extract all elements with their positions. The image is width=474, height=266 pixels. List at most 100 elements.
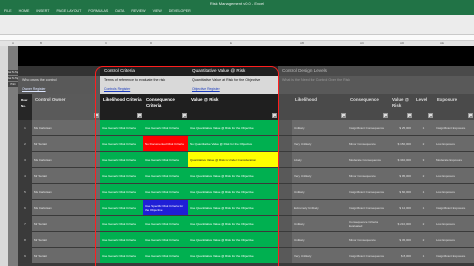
cell-likelihood[interactable]: Likely	[292, 152, 347, 167]
control-design-title: Control Design Levels	[278, 66, 474, 76]
cell-level[interactable]: 2	[413, 232, 434, 247]
row-number-gutter	[0, 46, 8, 266]
cell-exposure[interactable]: Low Exposure	[434, 184, 474, 199]
row-number: 5	[18, 184, 32, 199]
band-left-spacer	[18, 66, 100, 76]
filter-dropdown-icon[interactable]	[407, 113, 412, 118]
header-likelihood[interactable]: Likelihood	[292, 94, 347, 120]
cell-value[interactable]: $ 150,000	[389, 136, 413, 151]
ribbon-toolbar[interactable]	[0, 15, 474, 35]
nav-panel-button[interactable]: Go To Top	[8, 76, 18, 81]
ribbon-tab[interactable]: PAGE LAYOUT	[57, 9, 82, 13]
cell-exposure[interactable]: Insignificant Exposure	[434, 200, 474, 215]
cell-likelihood[interactable]: Very Unlikely	[292, 248, 347, 263]
cell-level[interactable]: 1	[413, 200, 434, 215]
cell-likelihood[interactable]: Extremely Unlikely	[292, 200, 347, 215]
cell-consequence[interactable]: Consequence Criteria Evaluated	[347, 216, 389, 231]
filter-dropdown-icon[interactable]	[468, 113, 473, 118]
cell-control-owner[interactable]: Mr Suriait	[32, 216, 100, 231]
cell-likelihood[interactable]: Very Unlikely	[292, 136, 347, 151]
cell-level[interactable]: 1	[413, 248, 434, 263]
ribbon-tab[interactable]: DEVELOPER	[169, 9, 191, 13]
header-level[interactable]: Level	[413, 94, 434, 120]
cell-exposure[interactable]: Insignificant Exposure	[434, 120, 474, 135]
cell-control-owner[interactable]: Mr Suriait	[32, 248, 100, 263]
cell-value[interactable]: $ 12,000	[389, 200, 413, 215]
row-number: 3	[18, 152, 32, 167]
ribbon-tab[interactable]: FILE	[4, 9, 12, 13]
cell-level[interactable]: 3	[413, 152, 434, 167]
freeze-pane-band	[18, 46, 474, 66]
header-control-owner[interactable]: Control Owner	[32, 94, 100, 120]
cell-level[interactable]: 1	[413, 184, 434, 199]
cell-value[interactable]: $ 8,000	[389, 248, 413, 263]
owner-register-link[interactable]: Owner Register	[18, 84, 100, 94]
band-left-subtitle: Who owns the control	[18, 76, 100, 84]
ribbon-tab[interactable]: FORMULAS	[88, 9, 108, 13]
row-number: 8	[18, 232, 32, 247]
cell-consequence[interactable]: Moderate Consequence	[347, 152, 389, 167]
row-number: 2	[18, 136, 32, 151]
cell-likelihood[interactable]: Unlikely	[292, 216, 347, 231]
row-number: 7	[18, 216, 32, 231]
cell-exposure[interactable]: Low Exposure	[434, 216, 474, 231]
cell-likelihood[interactable]: Unlikely	[292, 232, 347, 247]
cell-spacer	[278, 216, 292, 231]
filter-dropdown-icon[interactable]	[428, 113, 433, 118]
cell-likelihood[interactable]: Unlikely	[292, 120, 347, 135]
cell-spacer	[278, 120, 292, 135]
cell-level[interactable]: 2	[413, 168, 434, 183]
ribbon-tab[interactable]: DATA	[115, 9, 124, 13]
cell-consequence[interactable]: Insignificant Consequence	[347, 200, 389, 215]
cell-consequence[interactable]: Minor Consequence	[347, 136, 389, 151]
cell-exposure[interactable]: Low Exposure	[434, 232, 474, 247]
cell-level[interactable]: 2	[413, 136, 434, 151]
cell-consequence[interactable]: Minor Consequence	[347, 168, 389, 183]
cell-consequence[interactable]: Insignificant Consequence	[347, 184, 389, 199]
cell-exposure[interactable]: Moderate Exposure	[434, 152, 474, 167]
header-consequence[interactable]: Consequence	[347, 94, 389, 120]
ribbon-tab[interactable]: INSERT	[36, 9, 49, 13]
cell-consequence[interactable]: Minor Consequence	[347, 232, 389, 247]
cell-value[interactable]: $ 45,000	[389, 232, 413, 247]
cell-likelihood[interactable]: Very Unlikely	[292, 168, 347, 183]
cell-exposure[interactable]: Low Exposure	[434, 136, 474, 151]
cell-value[interactable]: $ 25,000	[389, 120, 413, 135]
navigation-panel: Go To Top Go To Top Print	[8, 46, 18, 266]
header-value-at-risk-2[interactable]: Value @ Risk	[389, 94, 413, 120]
cell-value[interactable]: $ 60,000	[389, 184, 413, 199]
cell-exposure[interactable]: Insignificant Exposure	[434, 248, 474, 263]
cell-spacer	[278, 184, 292, 199]
filter-dropdown-icon[interactable]	[341, 113, 346, 118]
cell-spacer	[278, 200, 292, 215]
cell-value[interactable]: $ 210,000	[389, 216, 413, 231]
cell-value[interactable]: $ 95,000	[389, 168, 413, 183]
cell-control-owner[interactable]: Ms Carlotsan	[32, 200, 100, 215]
cell-control-owner[interactable]: Mr Suriait	[32, 232, 100, 247]
cell-level[interactable]: 1	[413, 120, 434, 135]
cell-spacer	[278, 168, 292, 183]
header-exposure[interactable]: Exposure	[434, 94, 474, 120]
cell-likelihood[interactable]: Unlikely	[292, 184, 347, 199]
cell-exposure[interactable]: Low Exposure	[434, 168, 474, 183]
cell-spacer	[278, 152, 292, 167]
cell-spacer	[278, 248, 292, 263]
cell-control-owner[interactable]: Ms Carlotsan	[32, 120, 100, 135]
cell-control-owner[interactable]: Ms Carlotsan	[32, 184, 100, 199]
cell-consequence[interactable]: Insignificant Consequence	[347, 248, 389, 263]
cell-control-owner[interactable]: Mr Suriait	[32, 168, 100, 183]
ribbon-tab[interactable]: VIEW	[153, 9, 162, 13]
cell-control-owner[interactable]: Mr Suriait	[32, 136, 100, 151]
ribbon-tab[interactable]: HOME	[19, 9, 30, 13]
row-number: 4	[18, 168, 32, 183]
nav-panel-button[interactable]: Print	[8, 82, 18, 87]
row-number: 9	[18, 248, 32, 263]
cell-control-owner[interactable]: Ms Carlotsan	[32, 152, 100, 167]
filter-dropdown-icon[interactable]	[383, 113, 388, 118]
cell-value[interactable]: $ 340,000	[389, 152, 413, 167]
nav-panel-button[interactable]: Go To Top	[8, 70, 18, 75]
ribbon-tab[interactable]: REVIEW	[131, 9, 145, 13]
cell-spacer	[278, 232, 292, 247]
cell-level[interactable]: 2	[413, 216, 434, 231]
cell-consequence[interactable]: Insignificant Consequence	[347, 120, 389, 135]
